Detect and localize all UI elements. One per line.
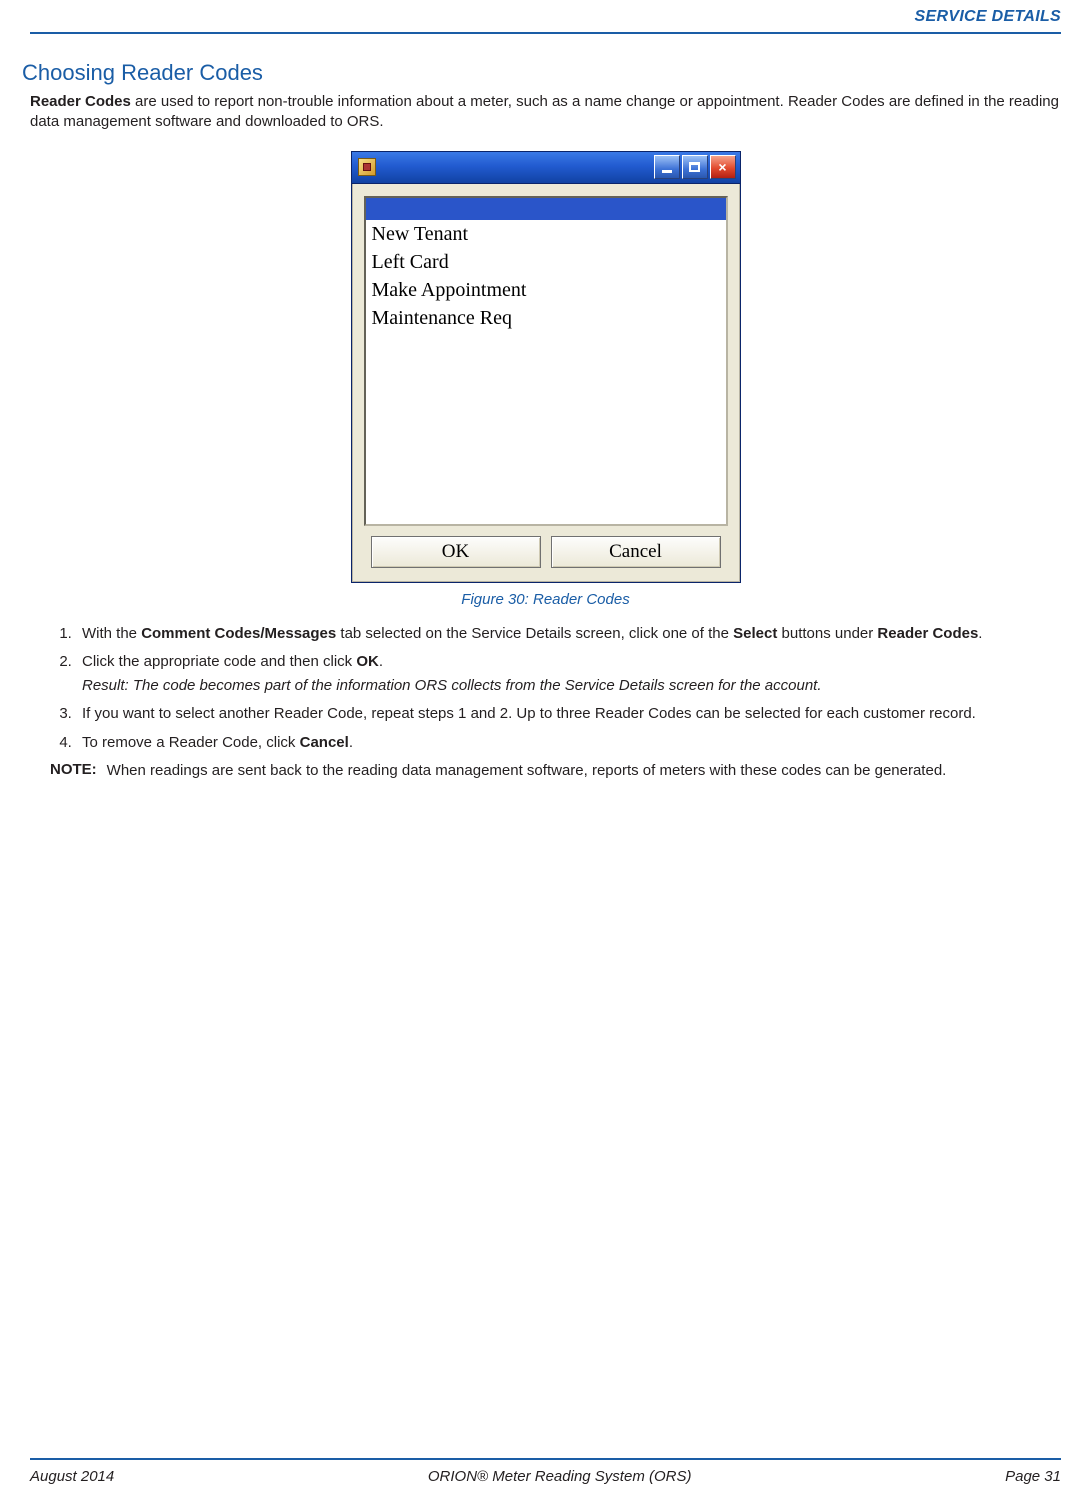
close-icon: × (718, 159, 726, 175)
step-2-result: Result: The code becomes part of the inf… (82, 676, 1061, 696)
running-head: SERVICE DETAILS (30, 8, 1061, 32)
dialog-titlebar[interactable]: × (352, 152, 740, 184)
page-header: SERVICE DETAILS (30, 0, 1061, 34)
list-item[interactable] (366, 198, 726, 220)
footer-rule (30, 1458, 1061, 1460)
cancel-button[interactable]: Cancel (551, 536, 721, 568)
section-title: Choosing Reader Codes (22, 60, 1061, 86)
reader-codes-listbox[interactable]: New Tenant Left Card Make Appointment Ma… (364, 196, 728, 526)
reader-codes-dialog: × New Tenant Left Card Make Appointment … (351, 151, 741, 583)
close-button[interactable]: × (710, 155, 736, 179)
intro-lead-term: Reader Codes (30, 93, 131, 110)
step-4: To remove a Reader Code, click Cancel. (76, 733, 1061, 753)
minimize-button[interactable] (654, 155, 680, 179)
note-label: NOTE: (50, 761, 97, 781)
figure-caption: Figure 30: Reader Codes (30, 591, 1061, 608)
system-menu-icon[interactable] (358, 158, 376, 176)
header-rule (30, 32, 1061, 34)
footer-page: Page 31 (1005, 1468, 1061, 1485)
list-item[interactable]: New Tenant (366, 220, 726, 248)
window-control-buttons: × (654, 155, 736, 179)
note: NOTE: When readings are sent back to the… (50, 761, 1061, 781)
step-3: If you want to select another Reader Cod… (76, 704, 1061, 724)
list-item[interactable]: Make Appointment (366, 276, 726, 304)
footer-title: ORION® Meter Reading System (ORS) (114, 1468, 1005, 1485)
maximize-icon (689, 162, 700, 172)
page-footer: August 2014 ORION® Meter Reading System … (30, 1458, 1061, 1485)
list-item[interactable]: Maintenance Req (366, 304, 726, 332)
footer-date: August 2014 (30, 1468, 114, 1485)
note-text: When readings are sent back to the readi… (107, 761, 1061, 781)
minimize-icon (662, 170, 672, 173)
step-2: Click the appropriate code and then clic… (76, 652, 1061, 697)
list-item[interactable]: Left Card (366, 248, 726, 276)
step-1: With the Comment Codes/Messages tab sele… (76, 624, 1061, 644)
figure-reader-codes: × New Tenant Left Card Make Appointment … (30, 151, 1061, 608)
intro-body: are used to report non-trouble informati… (30, 93, 1059, 130)
ok-button[interactable]: OK (371, 536, 541, 568)
procedure-steps: With the Comment Codes/Messages tab sele… (76, 624, 1061, 753)
maximize-button[interactable] (682, 155, 708, 179)
intro-paragraph: Reader Codes are used to report non-trou… (30, 92, 1061, 133)
dialog-button-row: OK Cancel (352, 536, 740, 582)
